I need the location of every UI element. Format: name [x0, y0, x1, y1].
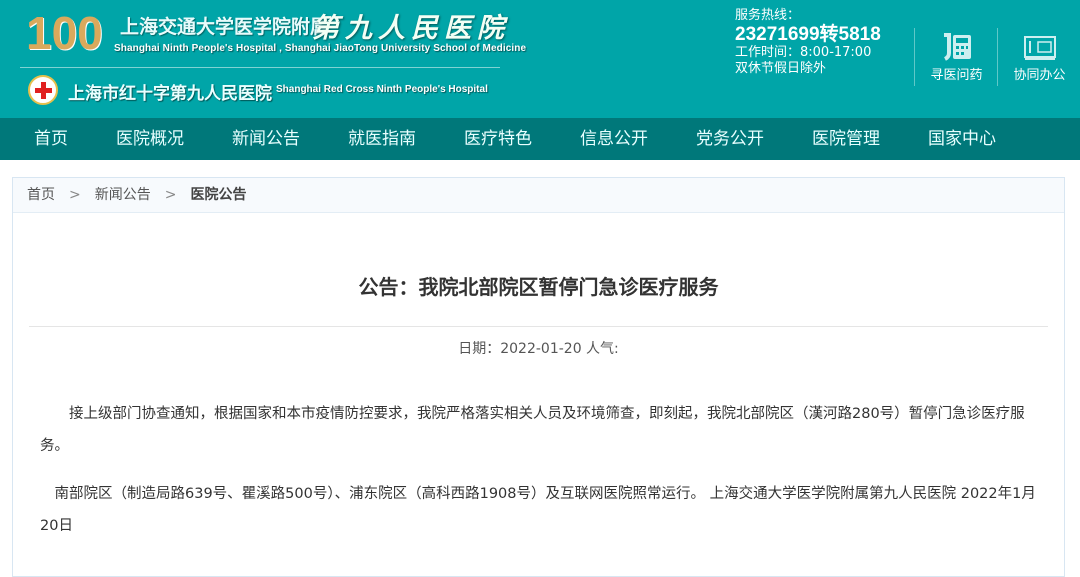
article-container: 首页 > 新闻公告 > 医院公告 公告：我院北部院区暂停门急诊医疗服务 日期：2022-…	[12, 177, 1065, 577]
quick-link-office[interactable]: 协同办公	[997, 28, 1080, 86]
nav-about[interactable]: 医院概况	[116, 118, 184, 160]
article-meta: 日期：2022-01-20 人气:	[458, 341, 619, 357]
quick-link-consult[interactable]: 寻医问药	[914, 28, 998, 86]
hotline-number: 23271699转5818	[735, 24, 881, 45]
quick-link-label: 寻医问药	[930, 68, 983, 83]
hotline-label: 服务热线：	[735, 8, 801, 23]
centennial-logo[interactable]: 100	[26, 8, 118, 58]
logo-number: 100	[26, 7, 103, 59]
article-paragraph: 南部院区（制造局路639号、瞿溪路500号）、浦东院区（高科西路1908号）及互…	[40, 486, 1036, 534]
breadcrumb-current[interactable]: 医院公告	[190, 187, 246, 203]
nav-management[interactable]: 医院管理	[812, 118, 880, 160]
breadcrumb: 首页 > 新闻公告 > 医院公告	[13, 178, 1064, 213]
nav-specialties[interactable]: 医疗特色	[464, 118, 532, 160]
breadcrumb-home[interactable]: 首页	[27, 187, 55, 203]
nav-national-center[interactable]: 国家中心	[928, 118, 996, 160]
article-title: 公告：我院北部院区暂停门急诊医疗服务	[358, 275, 719, 299]
divider	[20, 67, 500, 68]
nav-party[interactable]: 党务公开	[696, 118, 764, 160]
quick-link-label: 协同办公	[1013, 68, 1066, 83]
article-paragraph: 接上级部门协查通知，根据国家和本市疫情防控要求，我院严格落实相关人员及环境筛查，…	[40, 406, 1025, 454]
org-name-cn: 上海交通大学医学院附属	[120, 16, 330, 38]
nav-disclosure[interactable]: 信息公开	[580, 118, 648, 160]
chevron-right-icon: >	[164, 187, 177, 203]
holiday-note: 双休节假日除外	[735, 61, 827, 76]
site-header: 100 上海交通大学医学院附属 第九人民医院 Shanghai Ninth Pe…	[0, 0, 1080, 118]
red-cross-icon	[28, 75, 58, 105]
hotline-info: 服务热线： 23271699转5818 工作时间：8:00-17:00 双休节假…	[735, 8, 881, 77]
hospital-name-cn: 第九人民医院	[312, 13, 510, 44]
chevron-right-icon: >	[69, 187, 81, 203]
breadcrumb-news[interactable]: 新闻公告	[95, 187, 151, 203]
main-nav: 首页 医院概况 新闻公告 就医指南 医疗特色 信息公开 党务公开 医院管理 国家…	[0, 118, 1080, 160]
phone-icon	[915, 32, 998, 64]
redcross-name-cn: 上海市红十字第九人民医院	[68, 84, 272, 104]
org-name-en: Shanghai Ninth People's Hospital , Shang…	[114, 43, 527, 54]
office-icon	[998, 32, 1080, 64]
nav-home[interactable]: 首页	[34, 118, 68, 160]
redcross-name-en: Shanghai Red Cross Ninth People's Hospit…	[276, 84, 488, 95]
working-hours: 工作时间：8:00-17:00	[735, 45, 872, 60]
nav-news[interactable]: 新闻公告	[232, 118, 300, 160]
divider	[29, 326, 1048, 327]
nav-guide[interactable]: 就医指南	[348, 118, 416, 160]
